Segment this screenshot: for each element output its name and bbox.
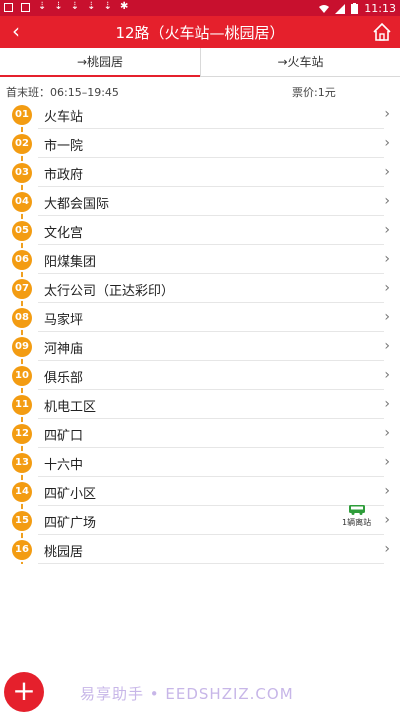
route-info: 首末班：06:15–19:45 票价:1元 <box>0 82 400 100</box>
chevron-right-icon: › <box>384 280 390 296</box>
direction-tabs: →桃园居 →火车站 <box>0 48 400 77</box>
stop-name: 四矿小区 <box>44 487 97 502</box>
bus-status-label: 1辆离站 <box>342 518 372 527</box>
service-times: 首末班：06:15–19:45 <box>6 86 119 99</box>
stop-number-badge: 08 <box>12 308 32 328</box>
chevron-right-icon: › <box>384 367 390 383</box>
chevron-right-icon: › <box>384 396 390 412</box>
chevron-right-icon: › <box>384 309 390 325</box>
tab-to-huochezhan[interactable]: →火车站 <box>200 48 400 76</box>
stop-number-badge: 11 <box>12 395 32 415</box>
add-button[interactable]: + <box>4 672 44 712</box>
chevron-right-icon: › <box>384 338 390 354</box>
stop-name: 十六中 <box>44 458 84 473</box>
page-title: 12路（火车站—桃园居） <box>115 24 285 42</box>
stop-number-badge: 13 <box>12 453 32 473</box>
stop-number-badge: 01 <box>12 105 32 125</box>
stop-row[interactable]: 09 河神庙 › <box>0 332 400 361</box>
chevron-right-icon: › <box>384 222 390 238</box>
download-icon: ⇣ <box>103 1 112 12</box>
tab-to-taoyuanju[interactable]: →桃园居 <box>0 48 200 77</box>
stop-name: 太行公司（正达彩印） <box>44 284 175 299</box>
chevron-right-icon: › <box>384 106 390 122</box>
download-icon: ⇣ <box>54 1 63 12</box>
chevron-right-icon: › <box>384 164 390 180</box>
stop-number-badge: 16 <box>12 540 32 560</box>
stop-row[interactable]: 05 文化宫 › <box>0 216 400 245</box>
stop-name: 机电工区 <box>44 400 97 415</box>
chevron-right-icon: › <box>384 425 390 441</box>
stop-number-badge: 07 <box>12 279 32 299</box>
home-icon[interactable] <box>372 22 392 42</box>
stop-row[interactable]: 08 马家坪 › <box>0 303 400 332</box>
stop-name: 阳煤集团 <box>44 255 97 270</box>
download-icon: ⇣ <box>70 1 80 12</box>
stop-row[interactable]: 14 四矿小区 › <box>0 477 400 506</box>
stop-name: 四矿广场 <box>44 516 97 531</box>
stop-number-badge: 14 <box>12 482 32 502</box>
battery-icon <box>351 3 359 14</box>
stop-row[interactable]: 13 十六中 › <box>0 448 400 477</box>
bus-icon <box>349 505 365 515</box>
stop-row[interactable]: 01 火车站 › <box>0 100 400 129</box>
chevron-right-icon: › <box>384 135 390 151</box>
title-bar: ‹ 12路（火车站—桃园居） <box>0 16 400 48</box>
fare: 票价:1元 <box>292 86 336 99</box>
notification-square-icon <box>4 2 13 12</box>
stop-name: 俱乐部 <box>44 371 84 386</box>
stop-number-badge: 09 <box>12 337 32 357</box>
stop-number-badge: 03 <box>12 163 32 183</box>
stop-name: 马家坪 <box>44 313 84 328</box>
wifi-icon <box>319 4 330 13</box>
stop-name: 市政府 <box>44 168 84 183</box>
stop-name: 文化宫 <box>44 226 84 241</box>
signal-icon <box>335 3 346 14</box>
chevron-right-icon: › <box>384 251 390 267</box>
stop-row[interactable]: 10 俱乐部 › <box>0 361 400 390</box>
stop-row[interactable]: 04 大都会国际 › <box>0 187 400 216</box>
stop-row[interactable]: 12 四矿口 › <box>0 419 400 448</box>
bug-icon: ✱ <box>119 1 129 12</box>
chevron-right-icon: › <box>384 193 390 209</box>
stop-number-badge: 04 <box>12 192 32 212</box>
stop-name: 四矿口 <box>44 429 84 444</box>
stop-row[interactable]: 07 太行公司（正达彩印） › <box>0 274 400 303</box>
stop-number-badge: 02 <box>12 134 32 154</box>
status-bar: ⇣ ⇣ ⇣ ⇣ ⇣ ✱ 11:13 <box>0 0 400 16</box>
stop-name: 火车站 <box>44 110 84 125</box>
stop-number-badge: 10 <box>12 366 32 386</box>
chevron-right-icon: › <box>384 512 390 528</box>
stop-number-badge: 12 <box>12 424 32 444</box>
watermark: 易享助手 • EEDSHZIZ.COM <box>80 685 294 703</box>
stop-row[interactable]: 06 阳煤集团 › <box>0 245 400 274</box>
chevron-right-icon: › <box>384 454 390 470</box>
stop-name: 市一院 <box>44 139 84 154</box>
stop-name: 河神庙 <box>44 342 84 357</box>
download-icon: ⇣ <box>38 1 47 12</box>
notification-square-icon <box>21 2 30 12</box>
chevron-right-icon: › <box>384 541 390 557</box>
stop-row[interactable]: 03 市政府 › <box>0 158 400 187</box>
stop-row[interactable]: 15 四矿广场 1辆离站 › <box>0 505 400 535</box>
stop-number-badge: 06 <box>12 250 32 270</box>
clock-time: 11:13 <box>364 2 396 15</box>
stop-name: 大都会国际 <box>44 197 110 212</box>
bus-indicator: 1辆离站 <box>342 505 374 531</box>
stop-row[interactable]: 11 机电工区 › <box>0 390 400 419</box>
stop-name: 桃园居 <box>44 545 84 560</box>
stop-row[interactable]: 02 市一院 › <box>0 129 400 158</box>
stop-row[interactable]: 16 桃园居 › <box>0 535 400 564</box>
divider <box>38 563 384 564</box>
stop-number-badge: 05 <box>12 221 32 241</box>
chevron-right-icon: › <box>384 483 390 499</box>
download-icon: ⇣ <box>87 1 96 12</box>
stop-list: 01 火车站 › 02 市一院 › 03 市政府 › 04 大都会国际 › 05 文化宫 › 06 阳… <box>0 100 400 564</box>
stop-number-badge: 15 <box>12 511 32 531</box>
